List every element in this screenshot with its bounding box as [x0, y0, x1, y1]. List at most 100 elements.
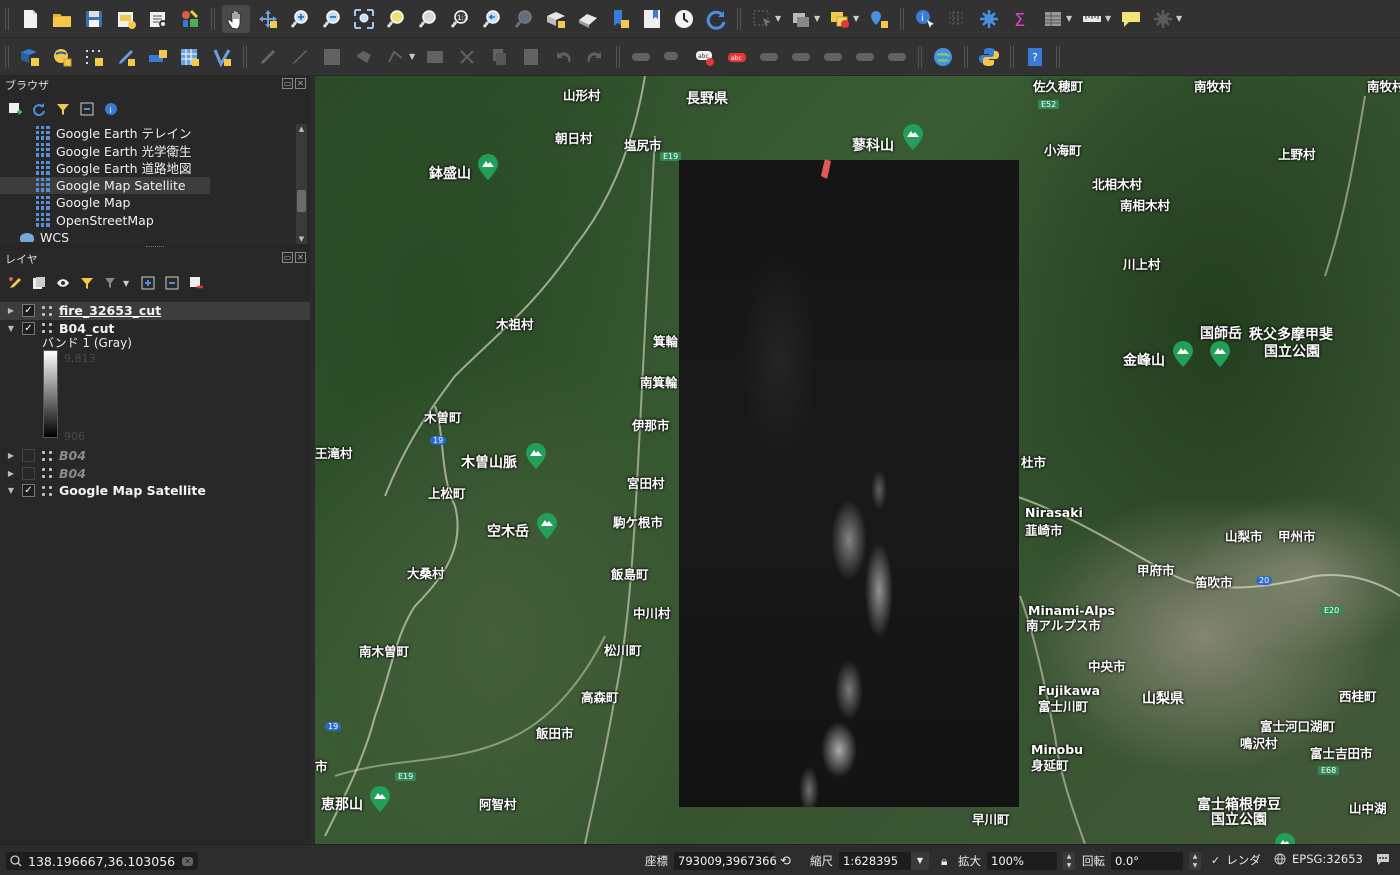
layer-item[interactable]: ▶ ✓ fire_32653_cut: [0, 302, 310, 320]
refresh-icon[interactable]: [702, 5, 730, 33]
map-canvas[interactable]: E19 E52 19 20 E20 E19 E68 19 山形村 長野県 朝日村…: [315, 76, 1400, 844]
close-icon[interactable]: ✕: [295, 252, 306, 263]
identify-icon[interactable]: i: [911, 5, 939, 33]
collapse-all-icon[interactable]: [163, 274, 181, 292]
filter-legend-icon[interactable]: [78, 274, 96, 292]
toolbar-grip[interactable]: [5, 7, 11, 30]
filter-icon[interactable]: [54, 100, 72, 118]
browser-item-selected[interactable]: Google Map Satellite: [0, 176, 210, 194]
new-temp-layer-icon[interactable]: [80, 43, 108, 71]
locator-search[interactable]: 138.196667,36.103056 ✕: [6, 852, 198, 870]
mountain-marker-icon[interactable]: [1173, 341, 1193, 367]
filter-by-expression-icon[interactable]: [102, 274, 120, 292]
zoom-to-selection-icon[interactable]: [382, 5, 410, 33]
cut-features-icon[interactable]: [453, 43, 481, 71]
current-edits-icon[interactable]: [254, 43, 282, 71]
open-styling-icon[interactable]: [6, 274, 24, 292]
float-panel-icon[interactable]: ▭: [282, 252, 293, 263]
chevron-down-icon[interactable]: ▼: [911, 852, 929, 870]
chevron-down-icon[interactable]: ▼: [1176, 14, 1186, 23]
chevron-down-icon[interactable]: ▼: [814, 14, 824, 23]
style-manager-icon[interactable]: [176, 5, 204, 33]
toggle-extent-icon[interactable]: ⟲: [780, 854, 791, 869]
label-toolbar-icon[interactable]: [851, 43, 879, 71]
new-project-icon[interactable]: [16, 5, 44, 33]
mountain-marker-icon[interactable]: [1210, 341, 1230, 367]
chevron-right-icon[interactable]: ▶: [4, 469, 18, 478]
new-geopackage-icon[interactable]: [48, 43, 76, 71]
chevron-down-icon[interactable]: ▼: [4, 486, 18, 495]
deselect-icon[interactable]: [787, 5, 815, 33]
render-toggle[interactable]: ✓ レンダ: [1211, 852, 1261, 868]
copy-features-icon[interactable]: [485, 43, 513, 71]
select-by-expression-icon[interactable]: [826, 5, 854, 33]
crs-button[interactable]: EPSG:32653: [1274, 852, 1363, 866]
browser-item-wcs[interactable]: WCS: [0, 229, 296, 242]
layer-item[interactable]: ▶ B04: [0, 447, 310, 465]
rotation-field[interactable]: 0.0°: [1111, 852, 1183, 870]
browser-item[interactable]: Google Earth 道路地図: [0, 159, 296, 177]
select-location-icon[interactable]: [865, 5, 893, 33]
toolbar-grip[interactable]: [243, 45, 249, 68]
pin-labels-icon[interactable]: [659, 43, 687, 71]
zoom-last-icon[interactable]: [478, 5, 506, 33]
new-bookmark-icon[interactable]: [606, 5, 634, 33]
python-icon[interactable]: [975, 43, 1003, 71]
expand-all-icon[interactable]: [139, 274, 157, 292]
manage-visibility-icon[interactable]: [54, 274, 72, 292]
pan-icon[interactable]: [222, 4, 250, 33]
show-labels-icon[interactable]: abc: [691, 43, 719, 71]
mountain-marker-icon[interactable]: [370, 786, 390, 812]
layout-manager-icon[interactable]: [144, 5, 172, 33]
layer-visibility-checkbox[interactable]: [22, 449, 35, 463]
zoom-full-icon[interactable]: [350, 5, 378, 33]
mountain-marker-icon[interactable]: [1275, 833, 1295, 844]
toolbar-grip[interactable]: [1010, 45, 1016, 68]
zoom-out-icon[interactable]: [318, 5, 346, 33]
toolbar-grip[interactable]: [900, 7, 906, 30]
new-map-view-icon[interactable]: [542, 5, 570, 33]
magnifier-field[interactable]: 100%: [987, 852, 1057, 870]
refresh-icon[interactable]: [30, 100, 48, 118]
help-icon[interactable]: ?: [1021, 43, 1049, 71]
info-icon[interactable]: i: [102, 100, 120, 118]
zoom-native-icon[interactable]: 1:1: [446, 5, 474, 33]
locator-input[interactable]: 138.196667,36.103056: [28, 854, 175, 869]
mountain-marker-icon[interactable]: [903, 124, 923, 150]
toolbar-grip[interactable]: [1056, 45, 1062, 68]
browser-item[interactable]: Google Map: [0, 194, 296, 212]
add-selected-layer-icon[interactable]: [6, 100, 24, 118]
save-project-icon[interactable]: [80, 5, 108, 33]
lock-scale-icon[interactable]: 🔒︎: [941, 854, 947, 869]
browser-item[interactable]: OpenStreetMap: [0, 212, 296, 230]
layer-visibility-checkbox[interactable]: ✓: [22, 484, 35, 498]
delete-selected-icon[interactable]: [421, 43, 449, 71]
toolbar-grip[interactable]: [5, 45, 11, 68]
remove-layer-icon[interactable]: [187, 274, 205, 292]
chevron-down-icon[interactable]: ▼: [4, 324, 18, 333]
open-attribute-table-icon[interactable]: [943, 5, 971, 33]
chevron-down-icon[interactable]: ▼: [409, 52, 419, 61]
chevron-down-icon[interactable]: ▼: [296, 234, 307, 244]
zoom-in-icon[interactable]: [286, 5, 314, 33]
coordinate-field[interactable]: 793009,3967366: [674, 852, 777, 870]
statistical-summary-icon[interactable]: Σ: [1007, 5, 1035, 33]
chevron-up-icon[interactable]: ▲: [296, 124, 307, 134]
chevron-down-icon[interactable]: ▼: [1066, 14, 1076, 23]
new-3d-map-icon[interactable]: [574, 5, 602, 33]
digitize-icon[interactable]: [112, 43, 140, 71]
magnifier-spinner[interactable]: ▲ ▼: [1063, 852, 1075, 870]
paste-features-icon[interactable]: [517, 43, 545, 71]
add-raster-layer-icon[interactable]: [176, 43, 204, 71]
mountain-marker-icon[interactable]: [478, 154, 498, 180]
render-checkbox[interactable]: ✓: [1211, 854, 1220, 867]
processing-toolbox-icon[interactable]: [975, 5, 1003, 33]
chevron-down-icon[interactable]: ▼: [123, 279, 133, 288]
virtual-layer-icon[interactable]: [208, 43, 236, 71]
label-toolbar-icon[interactable]: [627, 43, 655, 71]
open-project-icon[interactable]: [48, 5, 76, 33]
browser-item[interactable]: Google Earth 光学衛生: [0, 142, 296, 160]
attribute-table-icon[interactable]: [1039, 5, 1067, 33]
float-panel-icon[interactable]: ▭: [282, 78, 293, 89]
mountain-marker-icon[interactable]: [526, 443, 546, 469]
